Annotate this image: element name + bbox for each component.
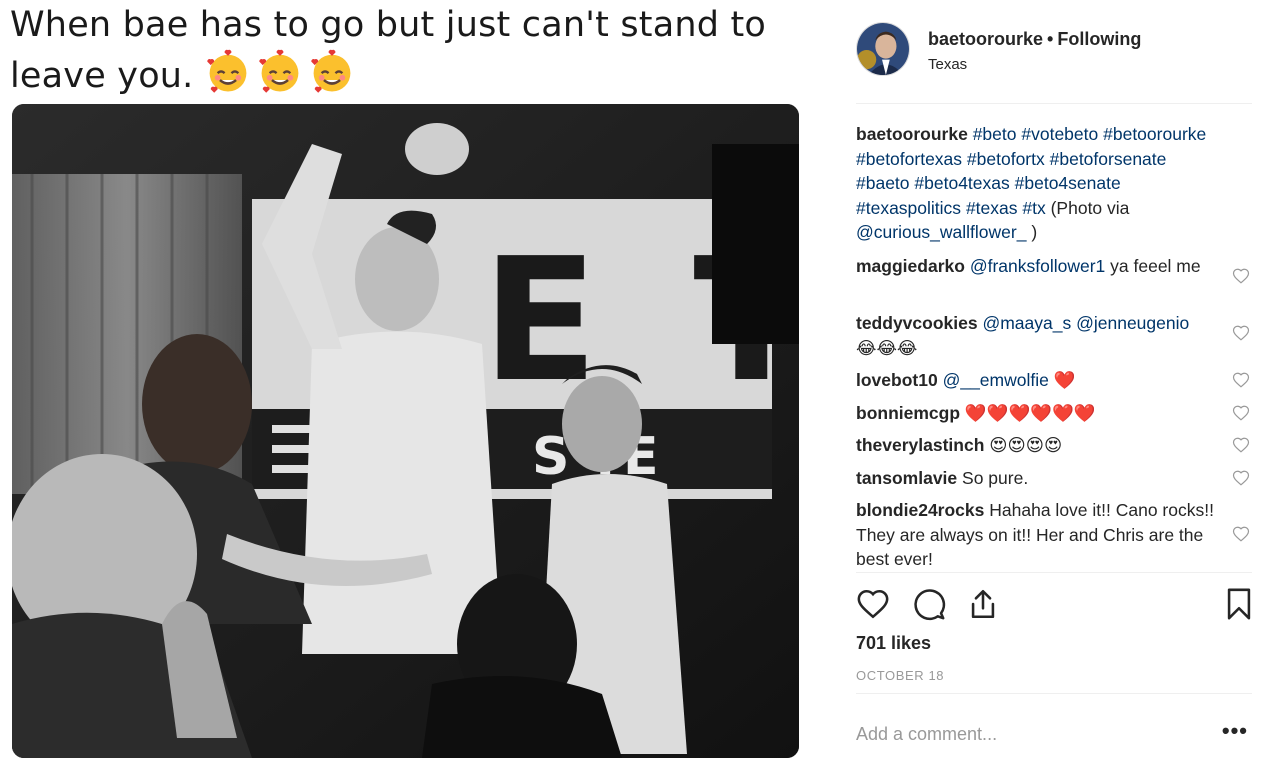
comment-username[interactable]: theverylastinch — [856, 435, 984, 455]
comment-item: blondie24rocks Hahaha love it!! Cano roc… — [856, 498, 1252, 572]
photo-credit-mention[interactable]: @curious_wallflower_ — [856, 222, 1026, 242]
comment-mention[interactable]: @maaya_s @jenneugenio — [982, 313, 1189, 333]
location-link[interactable]: Texas — [928, 56, 967, 73]
comment-username[interactable]: maggiedarko — [856, 256, 965, 276]
hashtag[interactable]: #beto4texas — [914, 173, 1009, 193]
comment-item: teddyvcookies @maaya_s @jenneugenio 😂😂😂 — [856, 311, 1252, 360]
comment-item: lovebot10 @__emwolfie ❤️ — [856, 368, 1252, 393]
comment-mention[interactable]: @__emwolfie — [943, 370, 1049, 390]
comment-like-heart-icon[interactable] — [1232, 267, 1250, 285]
hashtag[interactable]: #betoforsenate — [1050, 149, 1167, 169]
hashtag[interactable]: #baeto — [856, 173, 910, 193]
hashtag[interactable]: #texaspolitics — [856, 198, 961, 218]
comment-text: blondie24rocks Hahaha love it!! Cano roc… — [856, 498, 1218, 572]
separator-dot: • — [1047, 29, 1054, 49]
comment-item: maggiedarko @franksfollower1 ya feeel me — [856, 254, 1252, 284]
comment-emoji: 😍😍😍😍 — [989, 435, 1063, 455]
comment-username[interactable]: teddyvcookies — [856, 313, 978, 333]
add-comment-input[interactable]: Add a comment... — [856, 724, 997, 745]
comment-item: bonniemcgp ❤️❤️❤️❤️❤️❤️ — [856, 401, 1252, 426]
comment-like-heart-icon[interactable] — [1232, 371, 1250, 389]
comments-section: baetoorourke #beto #votebeto #betoorourk… — [856, 122, 1252, 572]
comment-username[interactable]: blondie24rocks — [856, 500, 984, 520]
meme-caption-line2: leave you. — [10, 56, 194, 96]
comment-body: So pure. — [962, 468, 1029, 488]
comment-like-heart-icon[interactable] — [1232, 436, 1250, 454]
bookmark-icon[interactable] — [1222, 587, 1256, 621]
comment-like-heart-icon[interactable] — [1232, 324, 1250, 342]
comment-username[interactable]: tansomlavie — [856, 468, 957, 488]
photo-credit-prefix: (Photo via — [1050, 197, 1130, 218]
comment-text: maggiedarko @franksfollower1 ya feeel me — [856, 254, 1218, 279]
heart-outline-icon[interactable] — [856, 587, 890, 621]
avatar[interactable] — [856, 22, 910, 76]
comment-like-heart-icon[interactable] — [1232, 469, 1250, 487]
more-options-icon[interactable]: ••• — [1222, 720, 1248, 742]
hashtag[interactable]: #votebeto — [1021, 124, 1098, 144]
event-photo: E T O S TE — [12, 104, 799, 758]
photo-credit-suffix: ) — [1031, 222, 1038, 242]
hashtag[interactable]: #tx — [1022, 198, 1045, 218]
hashtag[interactable]: #betoorourke — [1103, 124, 1206, 144]
smiling-face-with-hearts-icon — [311, 49, 351, 93]
comment-username[interactable]: bonniemcgp — [856, 403, 960, 423]
post-date: OCTOBER 18 — [856, 668, 945, 683]
comment-text: lovebot10 @__emwolfie ❤️ — [856, 368, 1218, 393]
comment-emoji: ❤️ — [1053, 370, 1076, 390]
comment-item: tansomlavie So pure. — [856, 466, 1252, 491]
comment-text: teddyvcookies @maaya_s @jenneugenio 😂😂😂 — [856, 311, 1218, 360]
share-upload-icon[interactable] — [966, 587, 1000, 621]
comment-mention[interactable]: @franksfollower1 — [970, 256, 1105, 276]
comment-item: theverylastinch 😍😍😍😍 — [856, 433, 1252, 458]
comment-text: bonniemcgp ❤️❤️❤️❤️❤️❤️ — [856, 401, 1218, 426]
post-caption: baetoorourke #beto #votebeto #betoorourk… — [856, 122, 1236, 245]
likes-count[interactable]: 701 likes — [856, 633, 931, 654]
post-sidebar: baetoorourke • Following Texas baetoorourk… — [856, 0, 1252, 770]
comment-text: theverylastinch 😍😍😍😍 — [856, 433, 1218, 458]
meme-caption-line1: When bae has to go but just can't stand … — [10, 5, 767, 45]
header-username[interactable]: baetoorourke — [928, 29, 1043, 49]
meme-caption: When bae has to go but just can't stand … — [10, 2, 800, 100]
comment-text: tansomlavie So pure. — [856, 466, 1218, 491]
hashtag[interactable]: #betofortx — [967, 149, 1045, 169]
post-media: When bae has to go but just can't stand … — [0, 0, 815, 770]
comment-like-heart-icon[interactable] — [1232, 525, 1250, 543]
comment-body: ya feeel me — [1105, 256, 1201, 276]
header-username-row: baetoorourke • Following — [928, 29, 1141, 50]
hashtag[interactable]: #beto4senate — [1015, 173, 1121, 193]
comment-emoji: 😂😂😂 — [856, 337, 918, 358]
caption-username[interactable]: baetoorourke — [856, 124, 968, 144]
post-header: baetoorourke • Following Texas — [856, 22, 1252, 104]
comment-bubble-icon[interactable] — [912, 587, 946, 621]
comment-emoji: ❤️❤️❤️❤️❤️❤️ — [964, 403, 1096, 423]
hashtag[interactable]: #texas — [966, 198, 1018, 218]
add-comment-bar: Add a comment... ••• — [856, 693, 1252, 770]
hashtag[interactable]: #betofortexas — [856, 149, 962, 169]
comment-username[interactable]: lovebot10 — [856, 370, 938, 390]
smiling-face-with-hearts-icon — [207, 49, 247, 93]
comment-like-heart-icon[interactable] — [1232, 404, 1250, 422]
following-button[interactable]: Following — [1057, 29, 1141, 49]
hashtag[interactable]: #beto — [973, 124, 1017, 144]
action-bar — [856, 572, 1252, 621]
smiling-face-with-hearts-icon — [259, 49, 299, 93]
